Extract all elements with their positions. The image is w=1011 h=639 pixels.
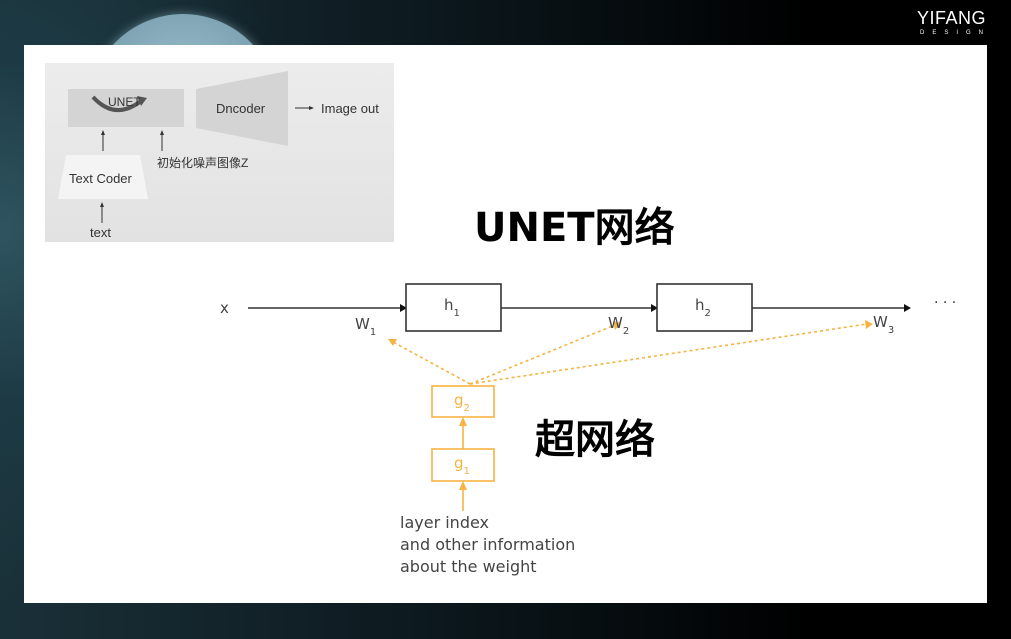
node-h1-label: h1: [444, 296, 460, 319]
arrowhead-icon: [865, 320, 873, 329]
brand-name: YIFANG: [916, 8, 986, 28]
brand-subtitle: DESIGN: [919, 30, 991, 36]
hyper-weight-edges: [392, 323, 868, 385]
weight-w3-label: W3: [873, 313, 895, 336]
node-h2-label: h2: [695, 296, 711, 319]
arrowhead-icon: [459, 481, 467, 490]
caption-line: about the weight: [400, 557, 537, 576]
brand-logo: YIFANG DESIGN: [917, 9, 986, 36]
node-g2-label: g2: [454, 391, 470, 414]
weight-w2-label: W2: [608, 314, 630, 337]
arrowhead-icon: [904, 304, 911, 312]
weight-w1-label: W1: [355, 315, 377, 338]
hyper-input-caption: layer index and other information about …: [400, 512, 575, 578]
edge-g2-w1: [392, 341, 471, 385]
edge-g2-w3: [469, 323, 868, 385]
caption-line: layer index: [400, 513, 489, 532]
node-g1-label: g1: [454, 454, 470, 477]
ellipsis: · · ·: [934, 295, 957, 311]
input-x-label: x: [220, 299, 229, 317]
edge-g2-w2: [469, 324, 616, 385]
arrowhead-icon: [459, 417, 467, 426]
slide-canvas: UNET Dncoder Image out 初始化噪声图像Z Text Cod…: [24, 45, 987, 603]
arrowhead-icon: [388, 339, 397, 346]
caption-line: and other information: [400, 535, 576, 554]
